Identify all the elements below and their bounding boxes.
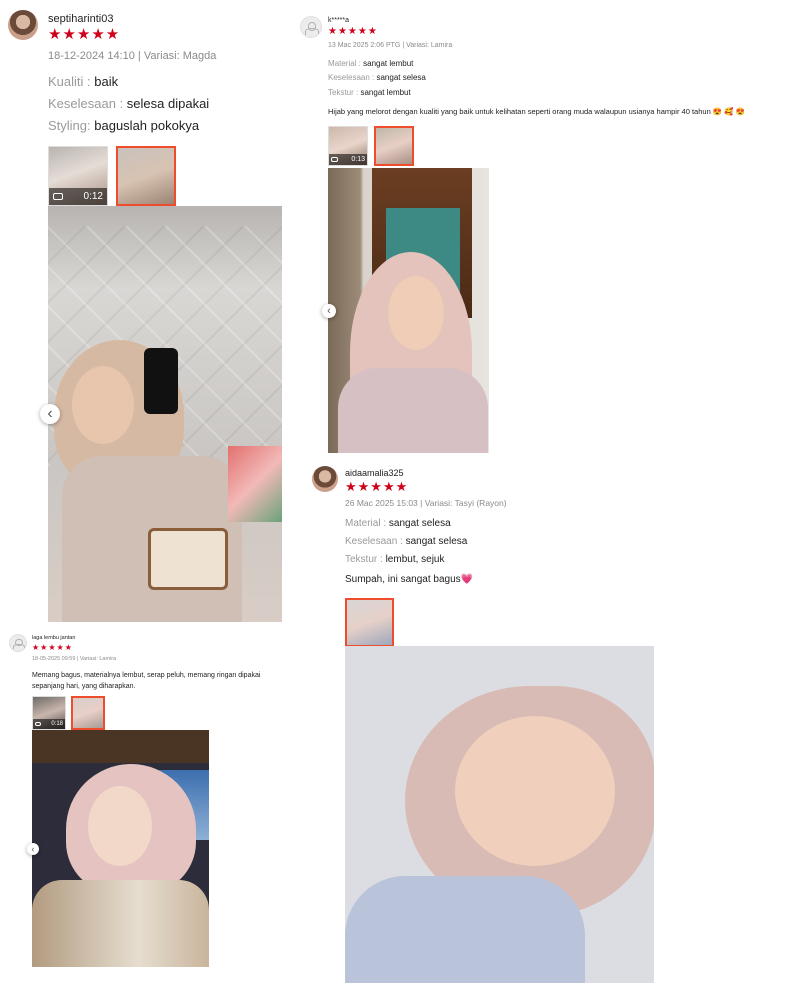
review-card-4: laga lembu jantan ★★★★★ 18-05-2025 09:59… (0, 626, 296, 991)
video-overlay: 0:18 (33, 719, 65, 729)
rating-stars: ★★★★★ (345, 479, 409, 494)
image-thumbnail-selected[interactable] (345, 598, 394, 647)
attribute-keselesaan: Keselesaan : selesa dipakai (48, 96, 209, 111)
attribute-value: lembut, sejuk (385, 554, 445, 565)
attribute-sep: : (380, 518, 389, 529)
video-duration: 0:18 (51, 721, 63, 728)
attribute-value: sangat lembut (363, 59, 414, 68)
review-meta: 18-05-2025 09:59 | Variasi: Lamira (32, 656, 117, 662)
attribute-sep: : (377, 554, 386, 565)
attribute-key: Tekstur (328, 88, 354, 97)
video-camera-icon (53, 192, 63, 200)
face-figure (388, 276, 444, 350)
body-figure (345, 876, 585, 983)
video-overlay: 0:12 (49, 187, 107, 205)
attribute-value: sangat selesa (405, 536, 468, 547)
image-thumbnail-selected[interactable] (71, 696, 105, 730)
attribute-keselesaan: Keselesaan : sangat selesa (328, 73, 426, 82)
reviewer-username[interactable]: k*****a (328, 17, 349, 24)
video-camera-icon (35, 722, 41, 727)
blanket-figure (228, 446, 282, 522)
attribute-sep: : (397, 536, 406, 547)
review-meta: 18-12-2024 14:10 | Variasi: Magda (48, 50, 217, 62)
reviewer-username[interactable]: aidaamalia325 (345, 468, 404, 478)
face-figure (72, 366, 134, 444)
attribute-key: Styling (48, 118, 88, 133)
attribute-key: Material (345, 518, 381, 529)
review-comment: Memang bagus, materialnya lembut, serap … (32, 672, 261, 690)
gallery-prev-button[interactable]: ‹ (322, 304, 336, 318)
review-meta: 13 Mac 2025 2:06 PTG | Variasi: Lamira (328, 42, 453, 49)
review-card-1: septiharinti03 ★★★★★ 18-12-2024 14:10 | … (0, 0, 295, 625)
attribute-value: baguslah pokokya (94, 118, 200, 133)
attribute-tekstur: Tekstur : lembut, sejuk (345, 554, 445, 565)
attribute-key: Keselesaan (345, 536, 398, 547)
body-figure (338, 368, 488, 453)
video-duration: 0:12 (83, 190, 103, 202)
image-thumbnail-selected[interactable] (116, 146, 176, 206)
face-figure (88, 786, 152, 866)
review-photo-main[interactable] (32, 730, 209, 967)
reviewer-username[interactable]: laga lembu jantan (32, 635, 75, 641)
attribute-sep: : (115, 96, 127, 111)
review-card-3: aidaamalia325 ★★★★★ 26 Mac 2025 15:03 | … (300, 456, 700, 991)
phone-figure (144, 348, 178, 414)
video-overlay: 0:13 (329, 153, 367, 165)
attribute-value: baik (94, 74, 119, 89)
attribute-value: selesa dipakai (126, 96, 210, 111)
rating-stars: ★★★★★ (328, 26, 378, 37)
attribute-material: Material : sangat selesa (345, 518, 451, 529)
video-camera-icon (331, 156, 338, 162)
review-photo-main[interactable] (48, 206, 282, 622)
review-photo-main[interactable] (345, 646, 654, 983)
attribute-key: Material (328, 59, 357, 68)
bag-figure (148, 528, 228, 590)
video-thumbnail[interactable]: 0:13 (328, 126, 368, 166)
review-card-2: k*****a ★★★★★ 13 Mac 2025 2:06 PTG | Var… (296, 0, 798, 455)
face-figure (455, 716, 615, 866)
reviewer-username[interactable]: septiharinti03 (48, 13, 113, 25)
attribute-kualiti: Kualiti : baik (48, 74, 118, 89)
attribute-value: sangat selesa (388, 518, 451, 529)
review-comment: Hijab yang melorot dengan kualiti yang b… (328, 107, 746, 116)
reviewer-avatar[interactable] (9, 634, 27, 652)
attribute-material: Material : sangat lembut (328, 59, 413, 68)
review-comment: Sumpah, ini sangat bagus💗 (345, 574, 474, 585)
attribute-value: sangat lembut (360, 88, 411, 97)
reviewer-avatar[interactable] (312, 466, 338, 492)
attribute-key: Keselesaan (328, 73, 370, 82)
reviewer-avatar[interactable] (8, 10, 38, 40)
video-thumbnail[interactable]: 0:18 (32, 696, 66, 730)
attribute-value: sangat selesa (376, 73, 426, 82)
attribute-key: Tekstur (345, 554, 378, 565)
review-meta: 26 Mac 2025 15:03 | Variasi: Tasyi (Rayo… (345, 498, 507, 508)
image-thumbnail-selected[interactable] (374, 126, 414, 166)
attribute-tekstur: Tekstur : sangat lembut (328, 88, 411, 97)
body-figure (32, 880, 209, 967)
gallery-prev-button[interactable]: ‹ (27, 843, 39, 855)
attribute-keselesaan: Keselesaan : sangat selesa (345, 536, 467, 547)
attribute-styling: Styling: baguslah pokokya (48, 118, 199, 133)
video-thumbnail[interactable]: 0:12 (48, 146, 108, 206)
attribute-sep: : (83, 74, 95, 89)
review-photo-main[interactable] (328, 168, 489, 453)
rating-stars: ★★★★★ (48, 26, 121, 43)
video-duration: 0:13 (351, 155, 365, 163)
attribute-key: Kualiti (48, 74, 84, 89)
attribute-key: Keselesaan (48, 96, 116, 111)
rating-stars: ★★★★★ (32, 643, 73, 652)
gallery-prev-button[interactable]: ‹ (40, 404, 60, 424)
reviewer-avatar[interactable] (300, 16, 322, 38)
